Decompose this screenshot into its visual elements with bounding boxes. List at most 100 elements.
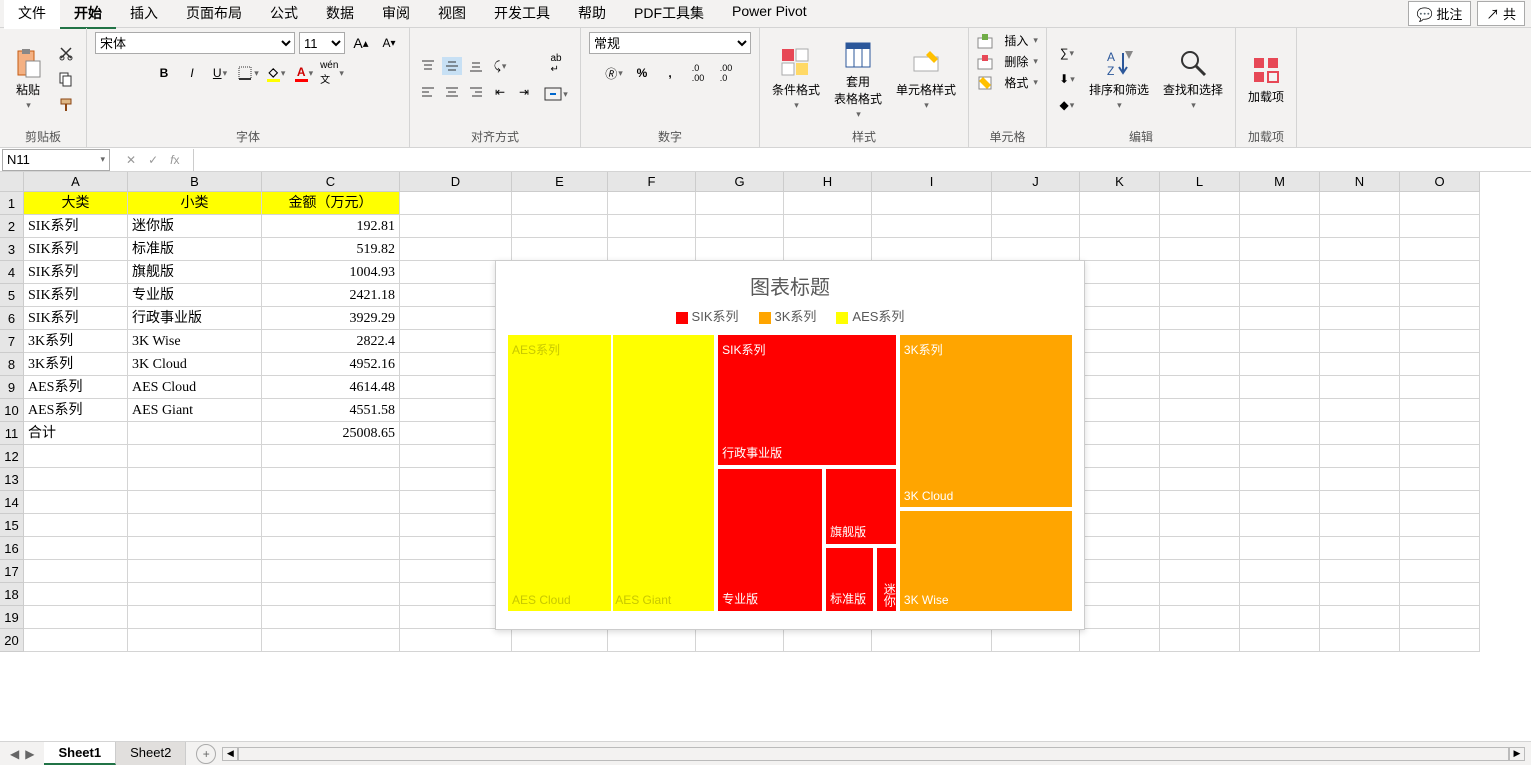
cell-K10[interactable] bbox=[1080, 399, 1160, 422]
cell-E20[interactable] bbox=[512, 629, 608, 652]
cell-A2[interactable]: SIK系列 bbox=[24, 215, 128, 238]
menu-tab-5[interactable]: 数据 bbox=[312, 0, 368, 29]
cell-D3[interactable] bbox=[400, 238, 512, 261]
cell-M14[interactable] bbox=[1240, 491, 1320, 514]
cell-H3[interactable] bbox=[784, 238, 872, 261]
cell-O2[interactable] bbox=[1400, 215, 1480, 238]
formula-input[interactable] bbox=[193, 149, 1531, 171]
cell-C11[interactable]: 25008.65 bbox=[262, 422, 400, 445]
cell-A19[interactable] bbox=[24, 606, 128, 629]
phonetic-button[interactable]: wén文▾ bbox=[320, 62, 344, 84]
row-header-7[interactable]: 7 bbox=[0, 330, 24, 353]
percent-button[interactable]: % bbox=[630, 62, 654, 84]
cell-N15[interactable] bbox=[1320, 514, 1400, 537]
paste-button[interactable]: 粘贴▾ bbox=[8, 43, 48, 115]
sheet-tab-Sheet2[interactable]: Sheet2 bbox=[116, 742, 186, 765]
enter-fx-icon[interactable]: ✓ bbox=[148, 153, 158, 167]
cell-B14[interactable] bbox=[128, 491, 262, 514]
cell-L20[interactable] bbox=[1160, 629, 1240, 652]
cell-C8[interactable]: 4952.16 bbox=[262, 353, 400, 376]
decrease-decimal-button[interactable]: .00.0 bbox=[714, 62, 738, 84]
cell-A13[interactable] bbox=[24, 468, 128, 491]
cell-M20[interactable] bbox=[1240, 629, 1320, 652]
clear-button[interactable]: ◆ ▾ bbox=[1055, 94, 1079, 116]
cell-N9[interactable] bbox=[1320, 376, 1400, 399]
cell-B6[interactable]: 行政事业版 bbox=[128, 307, 262, 330]
cell-L8[interactable] bbox=[1160, 353, 1240, 376]
cell-B20[interactable] bbox=[128, 629, 262, 652]
merge-button[interactable]: ▾ bbox=[540, 83, 572, 105]
format-cells-button[interactable]: 格式 ▾ bbox=[977, 74, 1038, 91]
worksheet-grid[interactable]: ABCDEFGHIJKLMNO 1大类小类金额（万元）2SIK系列迷你版192.… bbox=[0, 172, 1531, 724]
row-header-15[interactable]: 15 bbox=[0, 514, 24, 537]
cell-N2[interactable] bbox=[1320, 215, 1400, 238]
cell-D20[interactable] bbox=[400, 629, 512, 652]
share-button[interactable]: ↗ 共 bbox=[1477, 1, 1525, 26]
cell-O19[interactable] bbox=[1400, 606, 1480, 629]
cell-K15[interactable] bbox=[1080, 514, 1160, 537]
cell-A16[interactable] bbox=[24, 537, 128, 560]
wrap-text-button[interactable]: ab↵ bbox=[540, 53, 572, 75]
cell-K9[interactable] bbox=[1080, 376, 1160, 399]
cell-J3[interactable] bbox=[992, 238, 1080, 261]
table-format-button[interactable]: 套用 表格格式▾ bbox=[830, 35, 886, 124]
menu-tab-4[interactable]: 公式 bbox=[256, 0, 312, 29]
cell-C12[interactable] bbox=[262, 445, 400, 468]
cell-style-button[interactable]: 单元格样式▾ bbox=[892, 43, 960, 115]
menu-tab-3[interactable]: 页面布局 bbox=[172, 0, 256, 29]
border-button[interactable]: ▾ bbox=[236, 62, 260, 84]
cell-K3[interactable] bbox=[1080, 238, 1160, 261]
cell-C18[interactable] bbox=[262, 583, 400, 606]
cell-C3[interactable]: 519.82 bbox=[262, 238, 400, 261]
cell-K13[interactable] bbox=[1080, 468, 1160, 491]
cell-C14[interactable] bbox=[262, 491, 400, 514]
cell-O7[interactable] bbox=[1400, 330, 1480, 353]
cell-C16[interactable] bbox=[262, 537, 400, 560]
cell-O12[interactable] bbox=[1400, 445, 1480, 468]
cell-B17[interactable] bbox=[128, 560, 262, 583]
cell-A11[interactable]: 合计 bbox=[24, 422, 128, 445]
cell-M9[interactable] bbox=[1240, 376, 1320, 399]
cell-C4[interactable]: 1004.93 bbox=[262, 261, 400, 284]
cell-A10[interactable]: AES系列 bbox=[24, 399, 128, 422]
cell-O11[interactable] bbox=[1400, 422, 1480, 445]
italic-button[interactable]: I bbox=[180, 62, 204, 84]
cell-K19[interactable] bbox=[1080, 606, 1160, 629]
cell-B2[interactable]: 迷你版 bbox=[128, 215, 262, 238]
cell-M19[interactable] bbox=[1240, 606, 1320, 629]
cell-A9[interactable]: AES系列 bbox=[24, 376, 128, 399]
cell-J2[interactable] bbox=[992, 215, 1080, 238]
format-painter-button[interactable] bbox=[54, 94, 78, 116]
cell-M6[interactable] bbox=[1240, 307, 1320, 330]
cell-O5[interactable] bbox=[1400, 284, 1480, 307]
cell-N4[interactable] bbox=[1320, 261, 1400, 284]
cell-J1[interactable] bbox=[992, 192, 1080, 215]
autosum-button[interactable]: ∑ ▾ bbox=[1055, 42, 1079, 64]
cell-L7[interactable] bbox=[1160, 330, 1240, 353]
row-header-1[interactable]: 1 bbox=[0, 192, 24, 215]
col-header-I[interactable]: I bbox=[872, 172, 992, 192]
cell-N14[interactable] bbox=[1320, 491, 1400, 514]
cell-F3[interactable] bbox=[608, 238, 696, 261]
font-color-button[interactable]: A▾ bbox=[292, 62, 316, 84]
align-top-button[interactable] bbox=[418, 57, 438, 75]
cell-M3[interactable] bbox=[1240, 238, 1320, 261]
cell-A8[interactable]: 3K系列 bbox=[24, 353, 128, 376]
cell-N10[interactable] bbox=[1320, 399, 1400, 422]
col-header-M[interactable]: M bbox=[1240, 172, 1320, 192]
cell-B10[interactable]: AES Giant bbox=[128, 399, 262, 422]
cell-C15[interactable] bbox=[262, 514, 400, 537]
row-header-20[interactable]: 20 bbox=[0, 629, 24, 652]
cell-C1[interactable]: 金额（万元） bbox=[262, 192, 400, 215]
cell-O14[interactable] bbox=[1400, 491, 1480, 514]
cell-N12[interactable] bbox=[1320, 445, 1400, 468]
cell-O3[interactable] bbox=[1400, 238, 1480, 261]
cell-M2[interactable] bbox=[1240, 215, 1320, 238]
col-header-O[interactable]: O bbox=[1400, 172, 1480, 192]
row-header-18[interactable]: 18 bbox=[0, 583, 24, 606]
cell-E1[interactable] bbox=[512, 192, 608, 215]
cell-K4[interactable] bbox=[1080, 261, 1160, 284]
cell-I20[interactable] bbox=[872, 629, 992, 652]
cell-O1[interactable] bbox=[1400, 192, 1480, 215]
menu-tab-10[interactable]: PDF工具集 bbox=[620, 0, 718, 29]
